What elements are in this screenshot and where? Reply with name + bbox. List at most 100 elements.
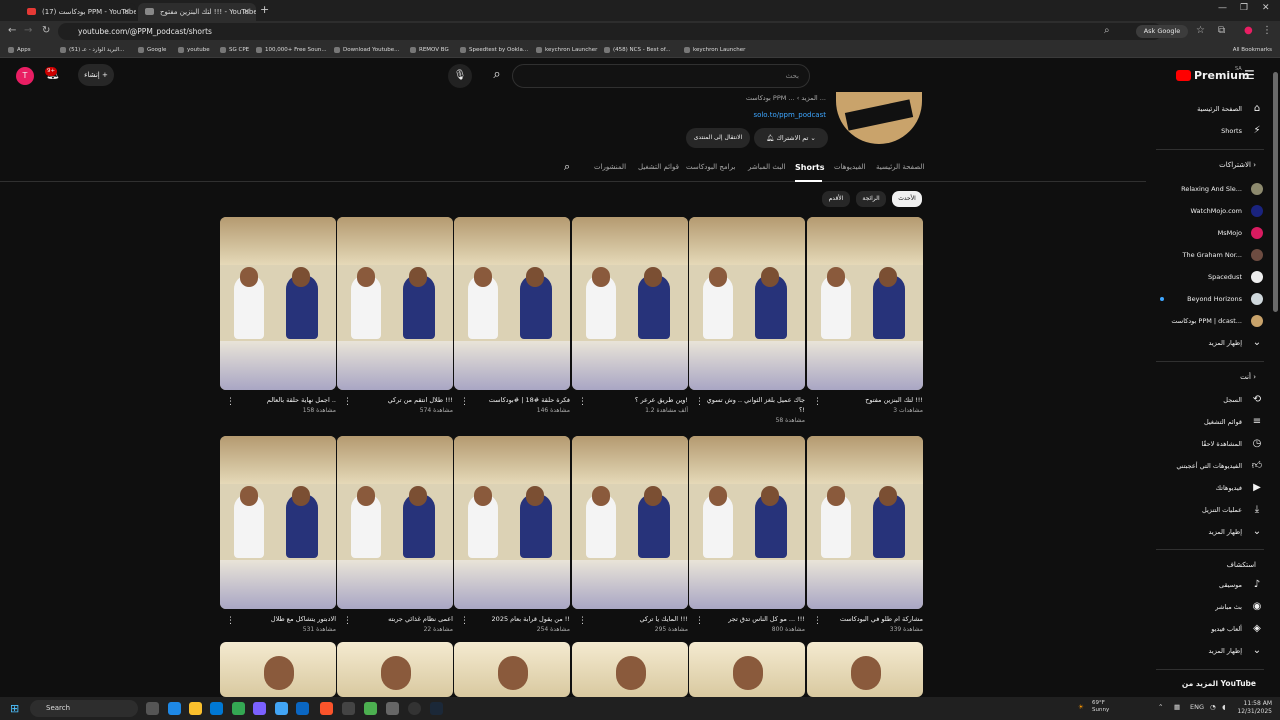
short-title[interactable]: فكرة حلقة #18 | #بودكاست	[466, 395, 570, 405]
sidebar-item-live[interactable]: بث مباشر ◉	[1146, 597, 1270, 617]
short-thumbnail[interactable]	[807, 217, 923, 390]
search-input[interactable]: بحث	[512, 64, 810, 88]
short-title[interactable]: مو كل الناس تدق تجر ... !!!	[701, 614, 805, 624]
address-bar[interactable]: youtube.com/@PPM_podcast/shorts	[58, 23, 1162, 40]
taskbar-search[interactable]: Search	[30, 700, 138, 717]
minimize-button[interactable]: —	[1218, 3, 1227, 13]
short-title[interactable]: الادبتور يتشاكل مع طلال	[232, 614, 336, 624]
tab-shorts[interactable]: Shorts	[795, 163, 824, 172]
more-options-icon[interactable]: ⋮	[460, 397, 469, 407]
short-title[interactable]: المايك يا تركي !!!	[584, 614, 688, 624]
short-thumbnail[interactable]	[807, 436, 923, 609]
mic-icon[interactable]: 🎙︎	[448, 64, 472, 88]
sidebar-sub[interactable]: The Graham Nor...	[1146, 245, 1270, 265]
community-button[interactable]: الانتقال إلى المنتدى	[686, 128, 750, 148]
close-tab-icon[interactable]: ✕	[243, 3, 250, 21]
more-options-icon[interactable]: ⋮	[695, 397, 704, 407]
short-card[interactable]: مشاركة ام طلو في البودكاست 339 مشاهدة ⋮	[807, 436, 923, 648]
sidebar-show-more[interactable]: إظهار المزيد ⌄	[1146, 333, 1270, 353]
taskbar-clock[interactable]: 11:58 AM 12/31/2025	[1236, 700, 1272, 716]
channel-avatar[interactable]	[836, 92, 922, 144]
short-card[interactable]: من يقول قرابة بعام 2025 !! 254 مشاهدة ⋮	[454, 436, 570, 648]
chrome-icon[interactable]	[232, 702, 245, 715]
sidebar-sub[interactable]: MsMojo	[1146, 223, 1270, 243]
sidebar-sub[interactable]: Beyond Horizons	[1146, 289, 1270, 309]
short-card[interactable]: فكرة حلقة #18 | #بودكاست 146 مشاهدة ⋮	[454, 217, 570, 429]
more-options-icon[interactable]: ⋮	[695, 616, 704, 626]
short-thumbnail[interactable]	[572, 642, 688, 697]
extensions-icon[interactable]: ⧉	[1218, 25, 1225, 36]
maximize-button[interactable]: ❐	[1240, 3, 1248, 13]
short-title[interactable]: اعمى نظام غذائي جربته	[349, 614, 453, 624]
short-thumbnail[interactable]	[689, 217, 805, 390]
channel-handle[interactable]: بودكاست PPM ... ‹ المزيد ...	[640, 94, 826, 102]
short-thumbnail[interactable]	[689, 642, 805, 697]
you-header[interactable]: أنت ›	[1146, 373, 1270, 381]
short-thumbnail[interactable]	[454, 217, 570, 390]
short-title[interactable]: من يقول قرابة بعام 2025 !!	[466, 614, 570, 624]
tray-chevron-icon[interactable]: ⌃	[1158, 703, 1163, 711]
star-icon[interactable]: ☆	[1196, 25, 1205, 36]
volume-icon[interactable]: ◖	[1222, 703, 1225, 711]
short-title[interactable]: مشاركة ام طلو في البودكاست	[819, 614, 923, 624]
short-card[interactable]: طلال انتقم من تركي !!! 574 مشاهدة ⋮	[337, 217, 453, 429]
tab-home[interactable]: الصفحة الرئيسية	[876, 163, 924, 171]
chip-oldest[interactable]: الأقدم	[822, 191, 850, 207]
sidebar-show-more[interactable]: إظهار المزيد ⌄	[1146, 522, 1270, 542]
short-card[interactable]	[689, 642, 805, 697]
short-card[interactable]: المايك يا تركي !!! 295 مشاهدة ⋮	[572, 436, 688, 648]
search-icon[interactable]: ⌕	[564, 160, 570, 174]
short-card[interactable]	[572, 642, 688, 697]
copilot-icon[interactable]	[168, 702, 181, 715]
bookmark[interactable]: 100,000+ Free Soun...	[256, 45, 327, 55]
back-icon[interactable]: ←	[8, 25, 16, 36]
app-tray-icon[interactable]: ▦	[1174, 703, 1180, 711]
sidebar-sub[interactable]: WatchMojo.com	[1146, 201, 1270, 221]
media-player-icon[interactable]	[408, 702, 421, 715]
short-title[interactable]: جاك عميل بلغز الثواني .. وش تسوي ؟!	[701, 395, 805, 415]
short-card[interactable]: اجمل نهاية حلقة بالعالم .. 158 مشاهدة ⋮	[220, 217, 336, 429]
tab-live[interactable]: البث المباشر	[748, 163, 785, 171]
sidebar-sub[interactable]: Spacedust	[1146, 267, 1270, 287]
bookmark[interactable]: Google	[138, 45, 166, 55]
forward-icon[interactable]: →	[24, 25, 32, 36]
bookmark[interactable]: REMOV BG	[410, 45, 449, 55]
sidebar-show-more[interactable]: إظهار المزيد ⌄	[1146, 641, 1270, 661]
short-thumbnail[interactable]	[689, 436, 805, 609]
subscribed-button[interactable]: 🔔︎ تم الاشتراك ⌄	[754, 128, 828, 148]
app-icon[interactable]	[386, 702, 399, 715]
profile-icon[interactable]: ●	[1244, 25, 1253, 36]
short-thumbnail[interactable]	[572, 436, 688, 609]
short-title[interactable]: لتك البنزين مفتوح !!!	[819, 395, 923, 405]
file-explorer-icon[interactable]	[189, 702, 202, 715]
short-card[interactable]: لتك البنزين مفتوح !!! 3 مشاهدات ⋮	[807, 217, 923, 429]
steam-icon[interactable]	[430, 702, 443, 715]
sidebar-item-home[interactable]: الصفحة الرئيسية ⌂	[1146, 99, 1270, 119]
new-tab-button[interactable]: +	[260, 3, 269, 16]
sidebar-item-playlists[interactable]: قوائم التشغيل ≡	[1146, 412, 1270, 432]
more-options-icon[interactable]: ⋮	[813, 397, 822, 407]
short-thumbnail[interactable]	[337, 642, 453, 697]
short-title[interactable]: وين طريق عرعر ؟!	[584, 395, 688, 405]
windows-start-icon[interactable]: ⊞	[10, 702, 19, 715]
zoom-icon[interactable]: ⌕	[1104, 25, 1110, 36]
short-card[interactable]: وين طريق عرعر ؟! 1.2 ألف مشاهدة ⋮	[572, 217, 688, 429]
menu-icon[interactable]: ⋮	[1262, 25, 1272, 36]
browser-tab-2[interactable]: لتك البنزين مفتوح !!! - YouTube ✕	[138, 3, 256, 21]
short-title[interactable]: اجمل نهاية حلقة بالعالم ..	[232, 395, 336, 405]
sidebar-item-history[interactable]: السجل ⟲	[1146, 390, 1270, 410]
bookmark[interactable]: youtube	[178, 45, 210, 55]
more-options-icon[interactable]: ⋮	[460, 616, 469, 626]
more-options-icon[interactable]: ⋮	[813, 616, 822, 626]
tab-videos[interactable]: الفيديوهات	[834, 163, 865, 171]
avatar[interactable]: T	[16, 67, 34, 85]
sidebar-item-shorts[interactable]: Shorts ⚡	[1146, 121, 1270, 141]
wifi-icon[interactable]: ◔	[1210, 703, 1216, 711]
search-icon[interactable]: ⌕	[480, 64, 514, 88]
short-thumbnail[interactable]	[220, 217, 336, 390]
short-card[interactable]: الادبتور يتشاكل مع طلال 531 مشاهدة ⋮	[220, 436, 336, 648]
short-thumbnail[interactable]	[220, 642, 336, 697]
short-thumbnail[interactable]	[454, 642, 570, 697]
tab-playlists[interactable]: قوائم التشغيل	[638, 163, 679, 171]
chrome-icon[interactable]	[364, 702, 377, 715]
